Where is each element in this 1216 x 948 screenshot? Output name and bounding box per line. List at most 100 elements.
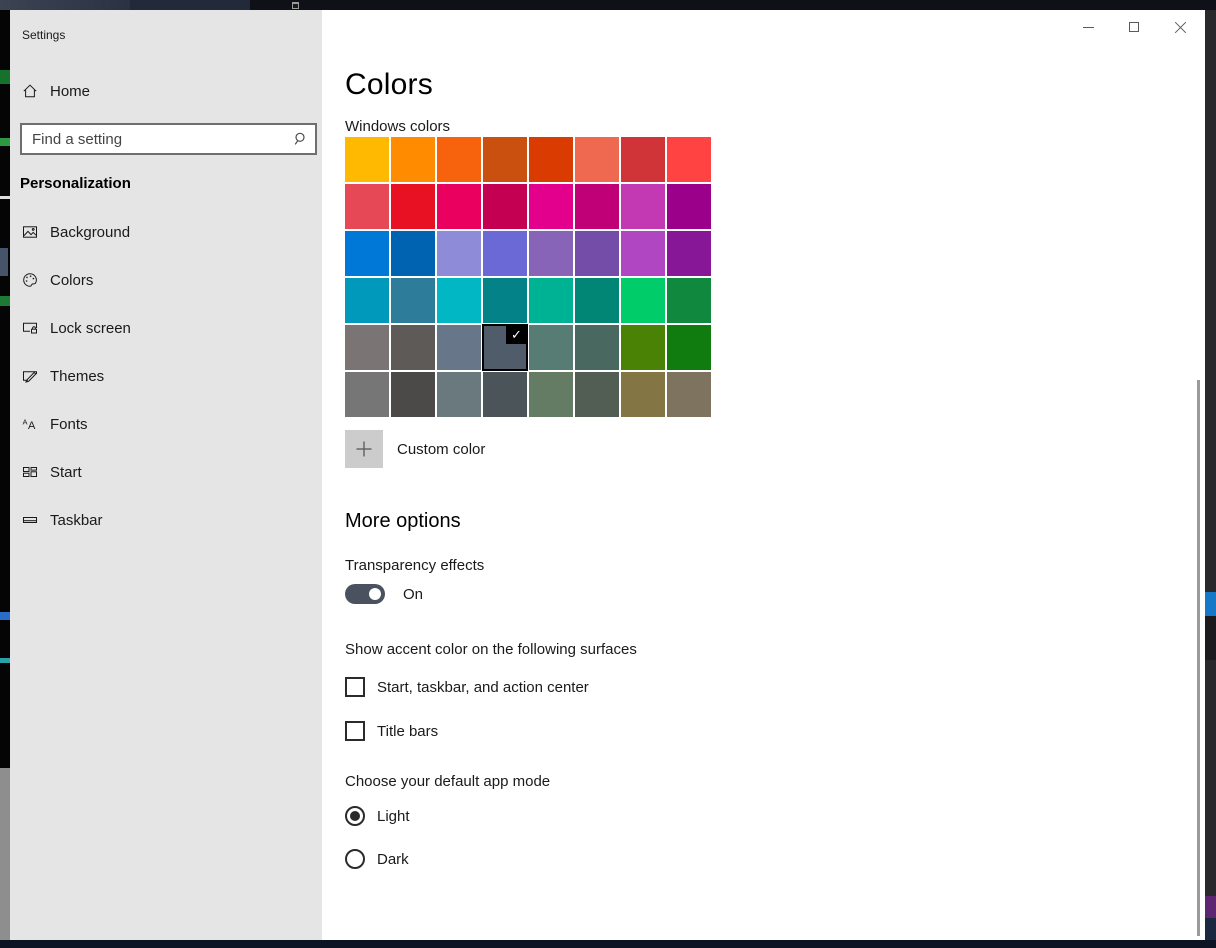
color-swatch[interactable] (621, 325, 665, 370)
radio-button[interactable] (345, 849, 365, 869)
color-swatch[interactable] (529, 184, 573, 229)
color-swatch[interactable] (575, 325, 619, 370)
transparency-toggle-row: On (345, 584, 423, 604)
color-swatch[interactable] (483, 278, 527, 323)
color-swatch[interactable] (437, 184, 481, 229)
background-fragment (0, 768, 10, 940)
sidebar-item-label: Lock screen (50, 320, 131, 337)
desktop-background-top (0, 0, 1216, 10)
settings-window: Settings Home Find a setting Personaliza… (10, 10, 1205, 940)
color-swatch[interactable] (621, 184, 665, 229)
color-swatch[interactable] (621, 278, 665, 323)
color-swatch[interactable] (483, 231, 527, 276)
color-swatch[interactable] (575, 278, 619, 323)
toggle-knob (369, 588, 381, 600)
sidebar-item-lock-screen[interactable]: Lock screen (10, 312, 322, 344)
color-swatch[interactable] (667, 372, 711, 417)
windows-colors-label: Windows colors (345, 118, 450, 135)
taskbar-icon (22, 512, 38, 528)
fonts-icon: A A (22, 416, 38, 432)
minimize-icon (1083, 27, 1094, 28)
search-placeholder: Find a setting (32, 131, 291, 148)
color-swatch[interactable] (391, 137, 435, 182)
vertical-scrollbar[interactable] (1197, 380, 1200, 936)
color-swatch[interactable] (575, 372, 619, 417)
color-swatch[interactable] (529, 278, 573, 323)
color-swatch[interactable] (621, 372, 665, 417)
app-mode-heading: Choose your default app mode (345, 773, 550, 790)
color-swatch[interactable] (345, 278, 389, 323)
sidebar-item-home[interactable]: Home (10, 75, 322, 107)
sidebar-item-label: Home (50, 83, 90, 100)
color-swatch[interactable] (391, 231, 435, 276)
sidebar-item-background[interactable]: Background (10, 216, 322, 248)
color-swatch[interactable] (391, 325, 435, 370)
sidebar-item-colors[interactable]: Colors (10, 264, 322, 296)
home-icon (22, 83, 38, 99)
sidebar-item-start[interactable]: Start (10, 456, 322, 488)
background-fragment (0, 612, 10, 620)
color-swatch[interactable] (391, 372, 435, 417)
color-swatch[interactable] (345, 231, 389, 276)
search-box[interactable]: Find a setting (20, 123, 317, 155)
sidebar-item-themes[interactable]: Themes (10, 360, 322, 392)
radio-label: Dark (377, 851, 409, 868)
color-swatch[interactable] (437, 231, 481, 276)
checkbox-label: Start, taskbar, and action center (377, 679, 589, 696)
checkmark-icon: ✓ (506, 325, 527, 344)
color-swatch[interactable] (667, 231, 711, 276)
sidebar-item-taskbar[interactable]: Taskbar (10, 504, 322, 536)
color-swatch[interactable] (575, 137, 619, 182)
checkbox-row[interactable]: Title bars (345, 720, 589, 742)
color-swatch[interactable] (391, 278, 435, 323)
color-swatch[interactable] (621, 231, 665, 276)
background-fragment (0, 248, 8, 276)
color-swatch[interactable] (437, 137, 481, 182)
color-swatch[interactable] (667, 184, 711, 229)
sidebar-item-fonts[interactable]: A A Fonts (10, 408, 322, 440)
color-swatch[interactable] (483, 372, 527, 417)
color-swatch[interactable] (529, 325, 573, 370)
color-swatch[interactable] (667, 278, 711, 323)
color-swatch[interactable] (529, 231, 573, 276)
color-swatch[interactable] (391, 184, 435, 229)
sidebar-item-label: Start (50, 464, 82, 481)
color-swatch[interactable] (621, 137, 665, 182)
maximize-button[interactable] (1111, 10, 1157, 44)
sidebar-item-label: Background (50, 224, 130, 241)
color-swatch[interactable] (437, 278, 481, 323)
color-swatch[interactable] (437, 372, 481, 417)
close-button[interactable] (1157, 10, 1203, 44)
windows-colors-grid: ✓ (345, 137, 711, 417)
minimize-button[interactable] (1065, 10, 1111, 44)
transparency-toggle[interactable] (345, 584, 385, 604)
checkbox[interactable] (345, 721, 365, 741)
color-swatch[interactable] (345, 184, 389, 229)
color-swatch[interactable] (345, 372, 389, 417)
more-options-heading: More options (345, 510, 461, 533)
background-fragment (0, 196, 10, 199)
color-swatch[interactable] (345, 325, 389, 370)
toggle-state-label: On (403, 586, 423, 603)
start-tiles-icon (22, 464, 38, 480)
color-swatch[interactable] (483, 184, 527, 229)
color-swatch[interactable] (529, 372, 573, 417)
radio-button[interactable] (345, 806, 365, 826)
checkbox-row[interactable]: Start, taskbar, and action center (345, 676, 589, 698)
color-swatch[interactable] (667, 137, 711, 182)
custom-color-row: Custom color (345, 430, 485, 468)
custom-color-button[interactable] (345, 430, 383, 468)
background-fragment (0, 70, 10, 84)
color-swatch[interactable] (575, 184, 619, 229)
color-swatch[interactable] (483, 137, 527, 182)
radio-row[interactable]: Light (345, 805, 410, 827)
radio-row[interactable]: Dark (345, 848, 410, 870)
color-swatch[interactable]: ✓ (483, 325, 527, 370)
color-swatch[interactable] (529, 137, 573, 182)
color-swatch[interactable] (575, 231, 619, 276)
color-swatch[interactable] (437, 325, 481, 370)
checkbox[interactable] (345, 677, 365, 697)
color-swatch[interactable] (345, 137, 389, 182)
close-icon (1174, 21, 1186, 33)
color-swatch[interactable] (667, 325, 711, 370)
